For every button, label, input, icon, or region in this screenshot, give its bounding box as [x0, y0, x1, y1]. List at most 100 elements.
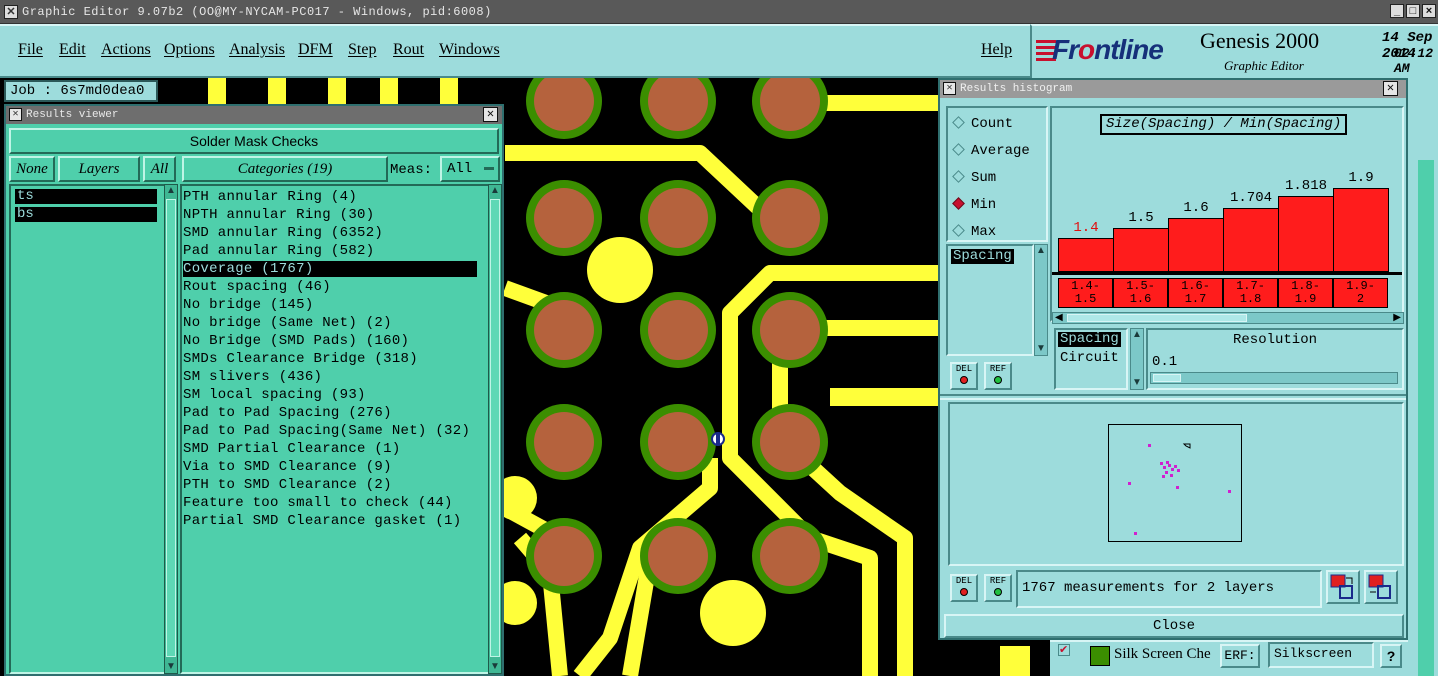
- measure-list[interactable]: Spacing: [946, 244, 1034, 356]
- help-button[interactable]: ?: [1380, 644, 1402, 668]
- mode-sum-radio[interactable]: Sum: [952, 170, 996, 186]
- layer-item-ts[interactable]: ts: [15, 189, 157, 204]
- category-item[interactable]: Feature too small to check (44): [183, 495, 453, 511]
- histogram-bar[interactable]: [1113, 228, 1169, 272]
- menu-windows[interactable]: Windows: [439, 41, 500, 59]
- layers-list[interactable]: ts bs: [9, 184, 167, 674]
- categories-scrollbar[interactable]: ▲ ▼: [488, 184, 502, 674]
- measure-type-scrollbar[interactable]: ▲ ▼: [1130, 328, 1144, 390]
- erf-value[interactable]: Silkscreen: [1268, 642, 1374, 668]
- job-label[interactable]: Job : 6s7md0dea0: [4, 80, 158, 102]
- menu-rout[interactable]: Rout: [393, 41, 424, 59]
- category-item[interactable]: Pad to Pad Spacing (276): [183, 405, 392, 421]
- window-menu-icon[interactable]: ✕: [4, 5, 18, 19]
- scroll-down-icon[interactable]: ▼: [489, 661, 501, 673]
- check-icon[interactable]: ✔: [1058, 644, 1070, 656]
- category-item[interactable]: No Bridge (SMD Pads) (160): [183, 333, 409, 349]
- menu-options[interactable]: Options: [164, 41, 215, 59]
- menu-step[interactable]: Step: [348, 41, 376, 59]
- section-header[interactable]: Solder Mask Checks: [9, 128, 499, 154]
- close-button[interactable]: ×: [1422, 4, 1436, 18]
- menu-help[interactable]: Help: [981, 41, 1012, 59]
- import-histogram-icon[interactable]: [1364, 570, 1398, 604]
- scroll-down-icon[interactable]: ▼: [165, 661, 177, 673]
- bin-label[interactable]: 1.5- 1.6: [1113, 278, 1168, 308]
- window-menu-icon[interactable]: ✕: [943, 82, 956, 95]
- measure-type-list[interactable]: Spacing Circuit: [1054, 328, 1128, 390]
- layers-button[interactable]: Layers: [58, 156, 140, 182]
- scroll-up-icon[interactable]: ▲: [489, 185, 501, 197]
- measure-item-spacing[interactable]: Spacing: [951, 249, 1014, 264]
- layer-item-bs[interactable]: bs: [15, 207, 157, 222]
- category-item[interactable]: PTH annular Ring (4): [183, 189, 357, 205]
- none-button[interactable]: None: [9, 156, 55, 182]
- scatter-plot[interactable]: [1108, 424, 1242, 542]
- scroll-thumb[interactable]: [166, 199, 176, 657]
- results-viewer-titlebar[interactable]: ✕ Results viewer ✕: [6, 106, 502, 124]
- bin-label[interactable]: 1.7- 1.8: [1223, 278, 1278, 308]
- bin-label[interactable]: 1.9- 2: [1333, 278, 1388, 308]
- close-icon[interactable]: ✕: [483, 107, 498, 122]
- window-menu-icon[interactable]: ✕: [9, 108, 22, 121]
- category-item[interactable]: Pad annular Ring (582): [183, 243, 374, 259]
- scroll-down-icon[interactable]: ▼: [1131, 377, 1143, 389]
- category-item[interactable]: SMD annular Ring (6352): [183, 225, 383, 241]
- scatter-preview[interactable]: [948, 402, 1404, 566]
- menu-file[interactable]: File: [18, 41, 43, 59]
- resolution-slider[interactable]: [1150, 372, 1398, 384]
- close-icon[interactable]: ✕: [1383, 81, 1398, 96]
- mode-average-radio[interactable]: Average: [952, 143, 1030, 159]
- mode-count-radio[interactable]: Count: [952, 116, 1013, 132]
- bins-scrollbar[interactable]: ◀ ▶: [1052, 312, 1404, 324]
- menu-dfm[interactable]: DFM: [298, 41, 333, 59]
- measure-type-spacing[interactable]: Spacing: [1058, 332, 1121, 347]
- all-layers-button[interactable]: All: [143, 156, 176, 182]
- category-item[interactable]: SMDs Clearance Bridge (318): [183, 351, 418, 367]
- scroll-down-icon[interactable]: ▼: [1035, 343, 1047, 355]
- scroll-thumb[interactable]: [1067, 314, 1247, 322]
- close-histogram-button[interactable]: Close: [944, 614, 1404, 638]
- layers-scrollbar[interactable]: ▲ ▼: [164, 184, 178, 674]
- category-item[interactable]: SM slivers (436): [183, 369, 322, 385]
- category-item[interactable]: Rout spacing (46): [183, 279, 331, 295]
- category-item[interactable]: PTH to SMD Clearance (2): [183, 477, 392, 493]
- measure-type-circuit[interactable]: Circuit: [1060, 350, 1119, 366]
- categories-button[interactable]: Categories (19): [182, 156, 388, 182]
- slider-thumb[interactable]: [1153, 374, 1181, 382]
- scroll-up-icon[interactable]: ▲: [1035, 245, 1047, 257]
- category-item[interactable]: Pad to Pad Spacing(Same Net) (32): [183, 423, 470, 439]
- histogram-bar[interactable]: [1278, 196, 1334, 272]
- meas-dropdown[interactable]: All: [440, 156, 500, 182]
- category-item[interactable]: NPTH annular Ring (30): [183, 207, 374, 223]
- bin-label[interactable]: 1.4- 1.5: [1058, 278, 1113, 308]
- export-histogram-icon[interactable]: [1326, 570, 1360, 604]
- histogram-bar[interactable]: [1223, 208, 1279, 272]
- histogram-bar[interactable]: [1333, 188, 1389, 272]
- ref-button-bottom[interactable]: REF: [984, 574, 1012, 602]
- histogram-bar[interactable]: [1058, 238, 1114, 272]
- category-item[interactable]: Via to SMD Clearance (9): [183, 459, 392, 475]
- del-button[interactable]: DEL: [950, 362, 978, 390]
- measure-scrollbar[interactable]: ▲ ▼: [1034, 244, 1048, 356]
- ref-button[interactable]: REF: [984, 362, 1012, 390]
- category-item[interactable]: No bridge (Same Net) (2): [183, 315, 392, 331]
- window-titlebar[interactable]: ✕ Graphic Editor 9.07b2 (OO@MY-NYCAM-PC0…: [0, 0, 1438, 24]
- bin-label[interactable]: 1.8- 1.9: [1278, 278, 1333, 308]
- category-item[interactable]: SMD Partial Clearance (1): [183, 441, 401, 457]
- category-item[interactable]: Partial SMD Clearance gasket (1): [183, 513, 461, 529]
- category-item[interactable]: SM local spacing (93): [183, 387, 366, 403]
- mode-max-radio[interactable]: Max: [952, 224, 996, 240]
- category-item[interactable]: No bridge (145): [183, 297, 314, 313]
- bin-label[interactable]: 1.6- 1.7: [1168, 278, 1223, 308]
- menu-analysis[interactable]: Analysis: [229, 41, 285, 59]
- maximize-button[interactable]: □: [1406, 4, 1420, 18]
- scroll-right-icon[interactable]: ▶: [1393, 312, 1401, 323]
- del-button-bottom[interactable]: DEL: [950, 574, 978, 602]
- menu-actions[interactable]: Actions: [101, 41, 151, 59]
- menu-edit[interactable]: Edit: [59, 41, 86, 59]
- mode-min-radio[interactable]: Min: [952, 197, 996, 213]
- scroll-up-icon[interactable]: ▲: [1131, 329, 1143, 341]
- histogram-bar[interactable]: [1168, 218, 1224, 272]
- scroll-left-icon[interactable]: ◀: [1055, 312, 1063, 323]
- minimize-button[interactable]: _: [1390, 4, 1404, 18]
